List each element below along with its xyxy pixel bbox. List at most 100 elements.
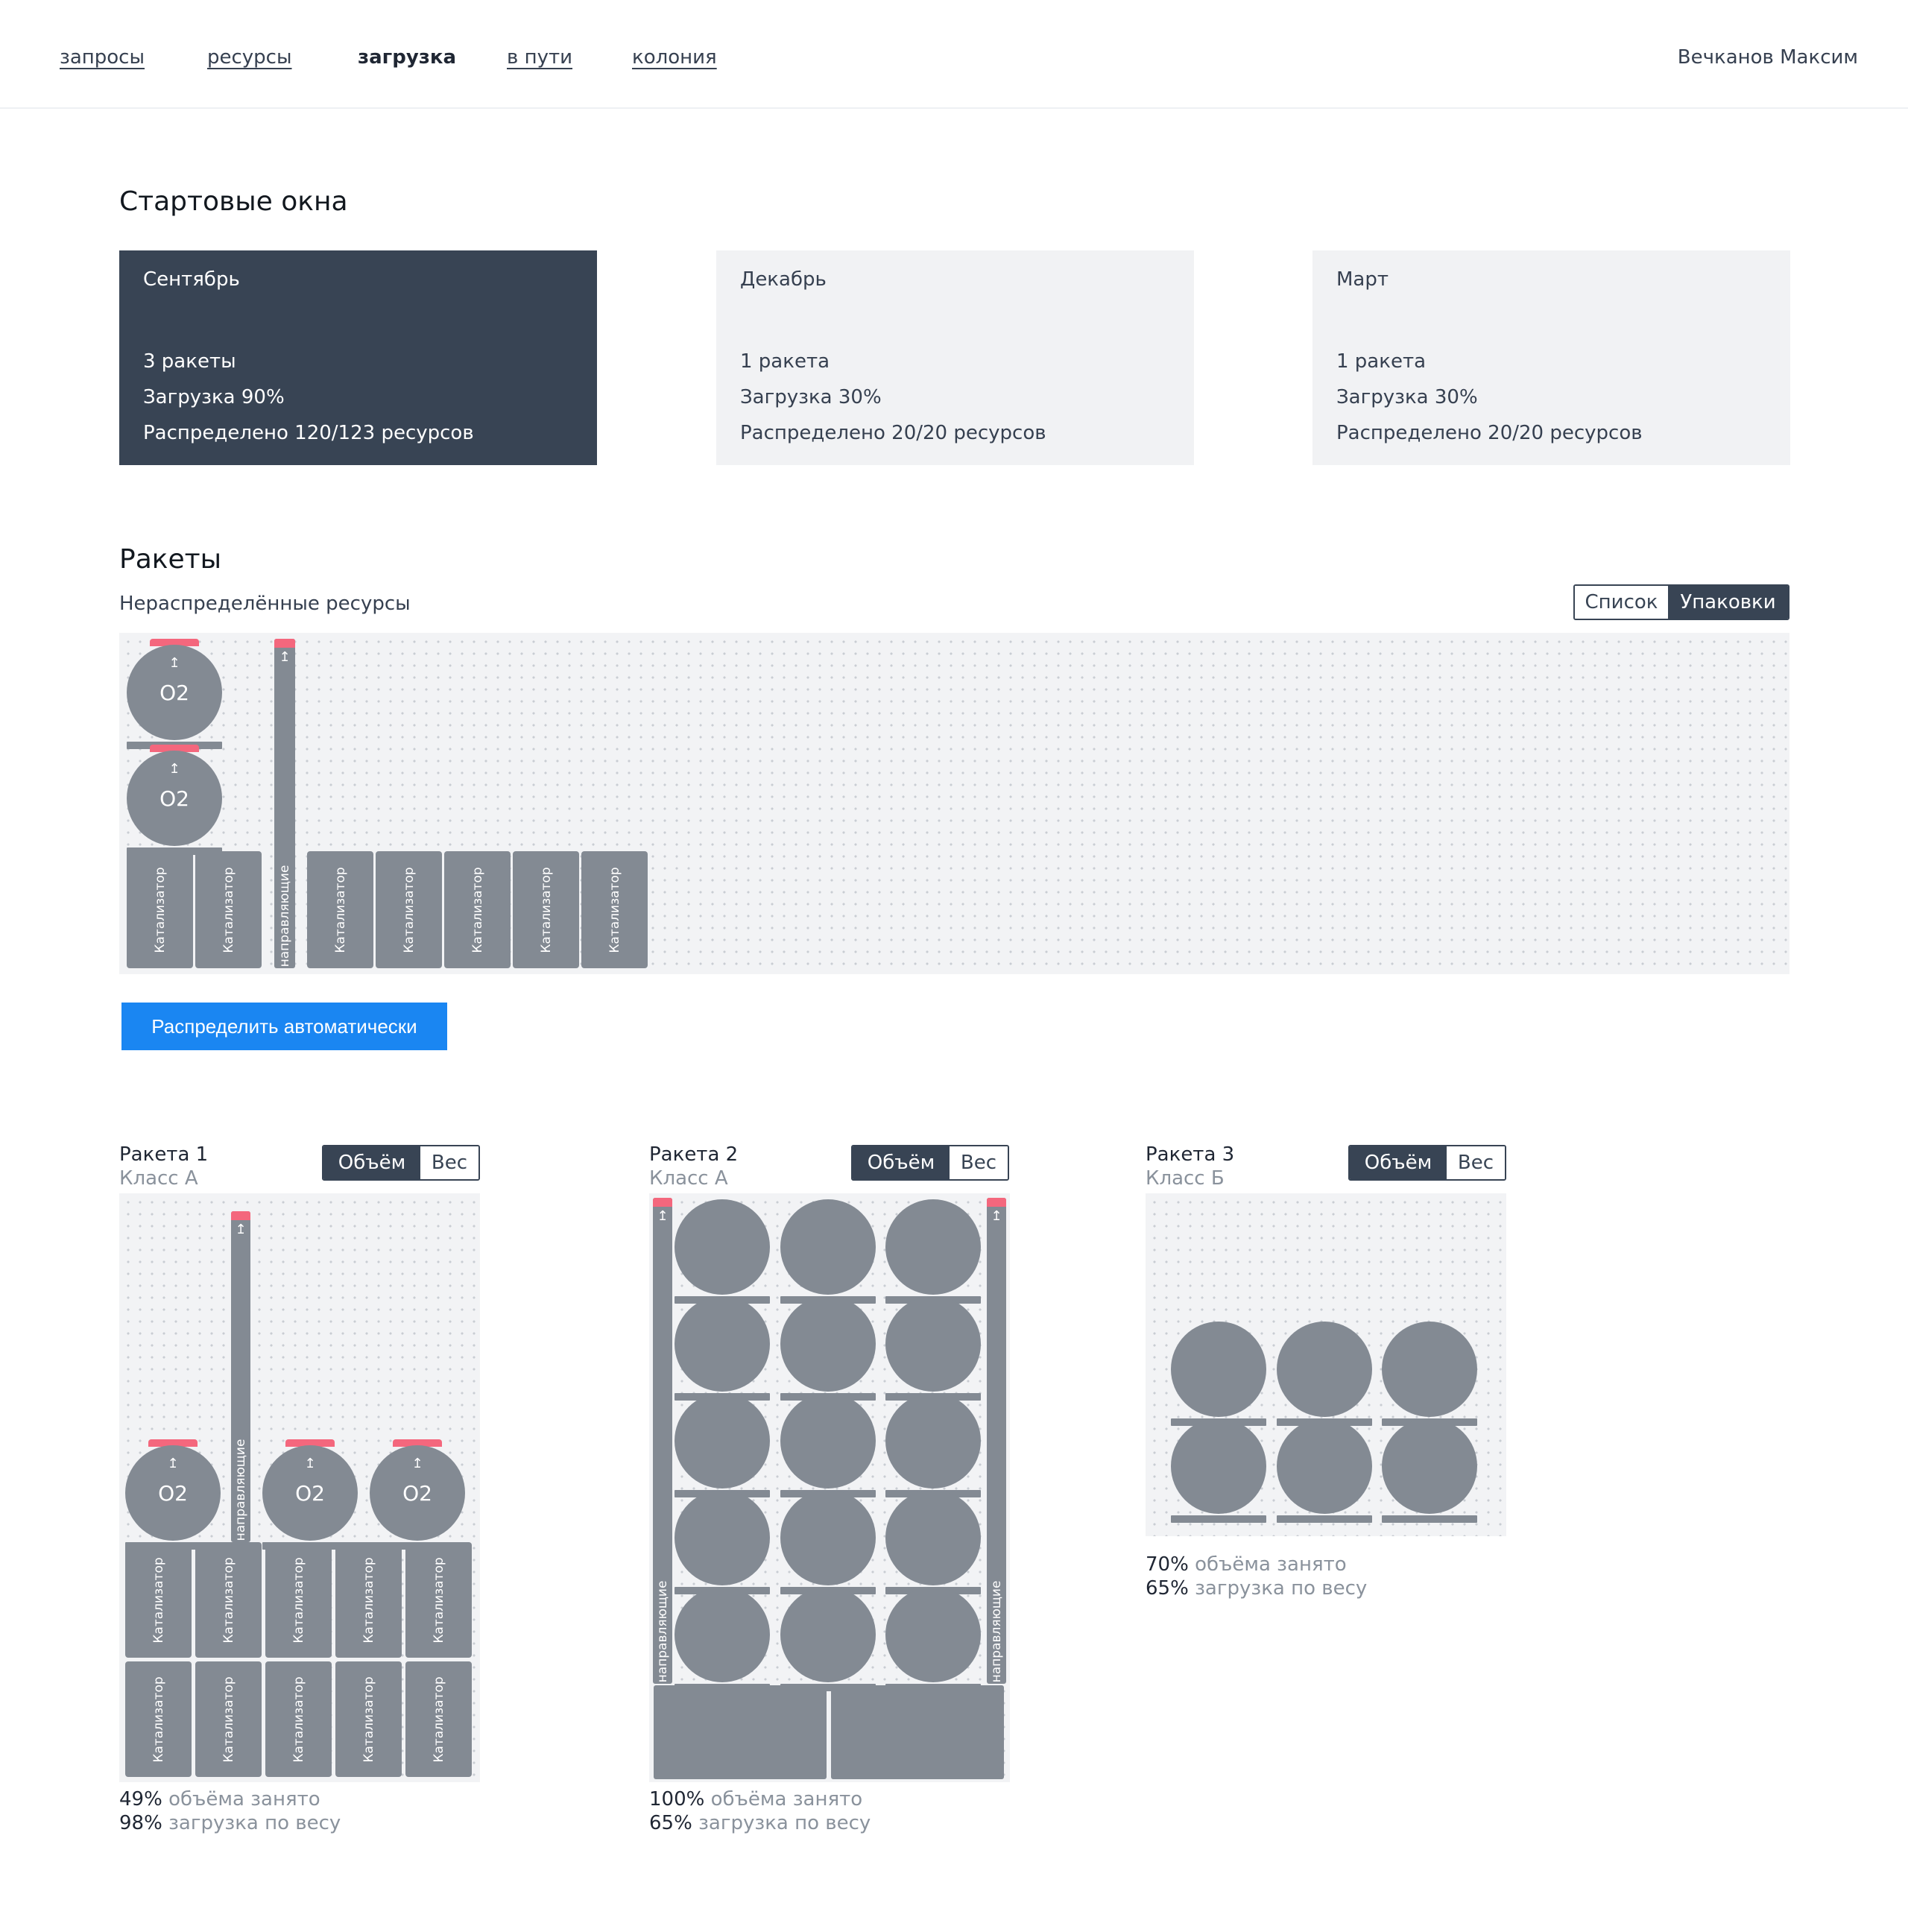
catalyst-label: Катализатор: [401, 866, 417, 953]
rocket-3-toggle-volume[interactable]: Объём: [1350, 1146, 1447, 1179]
o2-tank[interactable]: [885, 1584, 981, 1702]
rocket-3-toggle-weight[interactable]: Вес: [1447, 1146, 1505, 1179]
o2-label: O2: [295, 1480, 325, 1506]
catalyst-box[interactable]: Катализатор: [125, 1661, 192, 1777]
nav-link-resources[interactable]: ресурсы: [207, 46, 292, 69]
catalyst-box[interactable]: Катализатор: [405, 1661, 472, 1777]
window-distributed: Распределено 20/20 ресурсов: [740, 422, 1046, 444]
catalyst-box[interactable]: Катализатор: [513, 851, 579, 968]
tank-body: [780, 1296, 876, 1392]
auto-distribute-button[interactable]: Распределить автоматически: [121, 1003, 447, 1050]
tank-body: [885, 1587, 981, 1682]
up-arrow-icon: ↥: [168, 761, 180, 777]
rocket-1-toggle-weight[interactable]: Вес: [420, 1146, 478, 1179]
top-navigation: запросы ресурсы загрузка в пути колония …: [0, 0, 1908, 109]
guide-rail[interactable]: ↥ направляющие: [987, 1198, 1006, 1684]
rocket-1-toggle-volume[interactable]: Объём: [323, 1146, 420, 1179]
tank-body: [1171, 1418, 1266, 1514]
guides-label: направляющие: [655, 1580, 670, 1683]
rocket-1-class: Класс А: [119, 1167, 198, 1190]
rocket-1-volume-text: объёма занято: [168, 1788, 320, 1811]
guide-rail[interactable]: ↥ направляющие: [274, 639, 295, 968]
nav-link-in-transit[interactable]: в пути: [507, 46, 572, 69]
cargo-container[interactable]: [831, 1685, 1004, 1779]
launch-window-card-december[interactable]: Декабрь 1 ракета Загрузка 30% Распределе…: [716, 250, 1194, 465]
tank-body: [885, 1490, 981, 1585]
guide-rail[interactable]: ↥ направляющие: [231, 1211, 250, 1542]
window-load: Загрузка 90%: [143, 386, 285, 408]
rocket-1-volume-stat: 49% объёма занято: [119, 1788, 320, 1811]
catalyst-box[interactable]: Катализатор: [127, 851, 193, 968]
tank-base: [1277, 1515, 1372, 1523]
o2-tank[interactable]: [1171, 1415, 1266, 1533]
o2-tank[interactable]: O2 ↥: [370, 1439, 465, 1557]
window-load: Загрузка 30%: [1336, 386, 1478, 408]
unassigned-resources-label: Нераспределённые ресурсы: [119, 593, 411, 615]
rocket-3-volume-stat: 70% объёма занято: [1146, 1553, 1347, 1576]
catalyst-label: Катализатор: [152, 866, 168, 953]
o2-label: O2: [159, 680, 189, 705]
catalyst-box[interactable]: Катализатор: [335, 1661, 402, 1777]
nav-link-loading[interactable]: загрузка: [358, 46, 456, 69]
o2-tank[interactable]: O2 ↥: [262, 1439, 358, 1557]
o2-tank[interactable]: O2 ↥: [127, 745, 222, 862]
window-load: Загрузка 30%: [740, 386, 882, 408]
window-rockets: 3 ракеты: [143, 350, 236, 373]
o2-tank[interactable]: [1382, 1415, 1477, 1533]
catalyst-box[interactable]: Катализатор: [405, 1542, 472, 1658]
o2-tank[interactable]: [780, 1584, 876, 1702]
tank-body: [1382, 1322, 1477, 1417]
window-rockets: 1 ракета: [1336, 350, 1427, 373]
tank-body: [885, 1199, 981, 1295]
rocket-3-weight-text: загрузка по весу: [1195, 1577, 1368, 1600]
launch-window-card-march[interactable]: Март 1 ракета Загрузка 30% Распределено …: [1312, 250, 1790, 465]
tank-body: [885, 1296, 981, 1392]
catalyst-label: Катализатор: [151, 1676, 166, 1763]
rockets-title: Ракеты: [119, 544, 222, 575]
catalyst-box[interactable]: Катализатор: [265, 1661, 332, 1777]
nav-link-requests[interactable]: запросы: [60, 46, 145, 69]
o2-tank[interactable]: [1277, 1415, 1372, 1533]
rocket-3-weight-pct: 65%: [1146, 1577, 1189, 1600]
rocket-2-toggle-volume[interactable]: Объём: [853, 1146, 950, 1179]
catalyst-box[interactable]: Катализатор: [335, 1542, 402, 1658]
rocket-2-title: Ракета 2: [649, 1143, 739, 1166]
rail-cap: [987, 1198, 1006, 1207]
up-arrow-icon: ↥: [304, 1456, 316, 1471]
catalyst-box[interactable]: Катализатор: [376, 851, 442, 968]
user-name[interactable]: Вечканов Максим: [1678, 46, 1858, 69]
catalyst-label: Катализатор: [221, 1556, 236, 1644]
catalyst-label: Катализатор: [361, 1556, 376, 1644]
o2-tank[interactable]: O2 ↥: [125, 1439, 221, 1557]
rocket-3-volume-pct: 70%: [1146, 1553, 1189, 1576]
launch-window-card-september[interactable]: Сентябрь 3 ракеты Загрузка 90% Распредел…: [119, 250, 597, 465]
rocket-3-title: Ракета 3: [1146, 1143, 1235, 1166]
catalyst-box[interactable]: Катализатор: [265, 1542, 332, 1658]
catalyst-box[interactable]: Катализатор: [444, 851, 511, 968]
catalyst-label: Катализатор: [470, 866, 485, 953]
guide-rail[interactable]: ↥ направляющие: [653, 1198, 672, 1684]
catalyst-label: Катализатор: [332, 866, 348, 953]
catalyst-box[interactable]: Катализатор: [195, 1661, 262, 1777]
catalyst-box[interactable]: Катализатор: [125, 1542, 192, 1658]
toggle-list[interactable]: Список: [1575, 586, 1668, 619]
tank-body: [780, 1393, 876, 1489]
catalyst-label: Катализатор: [221, 1676, 236, 1763]
tank-body: [675, 1393, 770, 1489]
toggle-packages[interactable]: Упаковки: [1668, 586, 1788, 619]
catalyst-box[interactable]: Катализатор: [195, 1542, 262, 1658]
o2-tank[interactable]: [675, 1584, 770, 1702]
catalyst-label: Катализатор: [431, 1556, 446, 1644]
window-name: Март: [1336, 268, 1389, 291]
tank-body: [780, 1490, 876, 1585]
up-arrow-icon: ↥: [167, 1456, 179, 1471]
catalyst-box[interactable]: Катализатор: [581, 851, 648, 968]
nav-link-colony[interactable]: колония: [632, 46, 717, 69]
guides-label: направляющие: [277, 865, 292, 967]
cargo-container[interactable]: [654, 1685, 827, 1779]
rocket-1-cargo-panel: ↥ направляющие O2 ↥ O2 ↥ O2 ↥ Катализатор Катализ…: [119, 1193, 480, 1782]
rocket-2-toggle-weight[interactable]: Вес: [950, 1146, 1008, 1179]
catalyst-box[interactable]: Катализатор: [307, 851, 373, 968]
catalyst-box[interactable]: Катализатор: [195, 851, 262, 968]
o2-tank[interactable]: O2 ↥: [127, 639, 222, 757]
